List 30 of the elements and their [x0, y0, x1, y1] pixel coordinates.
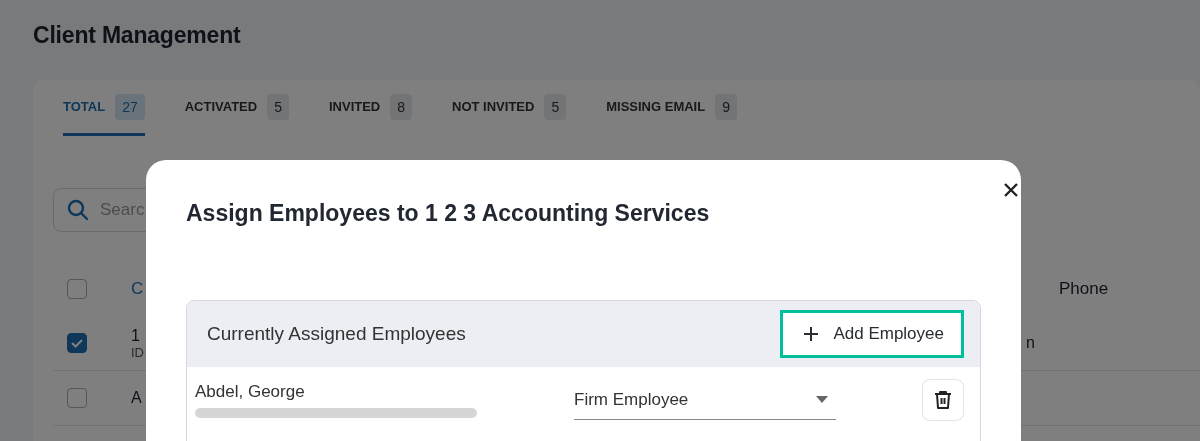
client-name: A — [131, 389, 142, 407]
count-badge: 8 — [390, 93, 413, 120]
column-header[interactable]: Phone — [1035, 279, 1159, 299]
close-icon[interactable] — [1003, 182, 1019, 198]
checkbox[interactable] — [67, 279, 87, 299]
role-select[interactable]: Firm Employee — [574, 380, 836, 420]
count-badge: 5 — [267, 93, 289, 120]
client-name: 1 — [131, 326, 140, 345]
add-employee-button[interactable]: Add Employee — [780, 310, 964, 358]
checkbox[interactable] — [67, 388, 87, 408]
page-title: Client Management — [32, 21, 242, 50]
count-badge: 9 — [715, 93, 737, 120]
filter-tab[interactable]: NOT INVITED 5 — [452, 80, 567, 136]
filter-tab[interactable]: INVITED 8 — [328, 80, 413, 136]
trash-icon[interactable] — [922, 379, 964, 421]
table-cell: n — [1026, 334, 1035, 352]
count-badge: 5 — [544, 93, 567, 120]
filter-tab[interactable]: TOTAL 27 — [63, 80, 145, 136]
search-icon — [67, 199, 89, 221]
count-badge: 27 — [115, 93, 145, 120]
modal-title: Assign Employees to 1 2 3 Accounting Services — [186, 200, 710, 227]
employee-name: Abdel, George — [195, 382, 306, 402]
caret-icon — [816, 396, 828, 403]
plus-icon — [803, 326, 820, 342]
checkbox[interactable] — [67, 333, 87, 353]
filter-tab[interactable]: MISSING EMAIL 9 — [606, 80, 737, 136]
panel-title: Currently Assigned Employees — [207, 323, 466, 345]
filter-tab[interactable]: ACTIVATED 5 — [184, 80, 289, 136]
check-icon — [70, 336, 84, 350]
client-id: ID — [131, 344, 144, 360]
